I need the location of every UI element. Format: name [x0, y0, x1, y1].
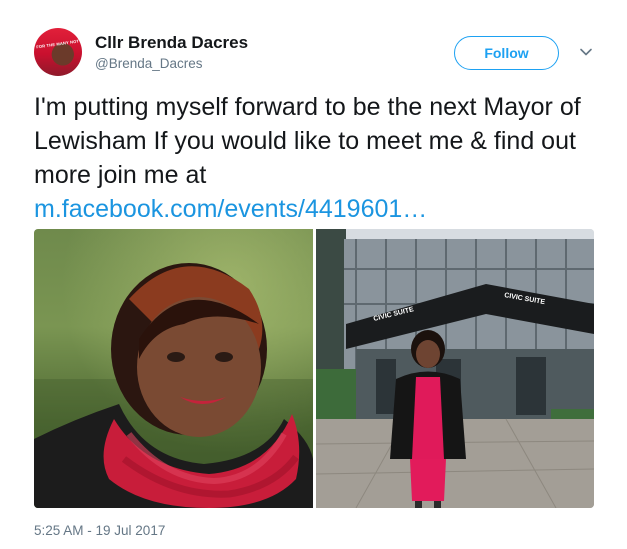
chevron-down-icon[interactable]	[578, 44, 594, 60]
civic-suite-illustration: CIVIC SUITE CIVIC SUITE	[316, 229, 594, 508]
avatar[interactable]: FOR THE MANY NOT THE FEW	[34, 28, 82, 76]
tweet-media[interactable]: CIVIC SUITE CIVIC SUITE	[34, 229, 594, 508]
tweet-link[interactable]: m.facebook.com/events/4419601…	[34, 195, 427, 223]
photo-civic-suite[interactable]: CIVIC SUITE CIVIC SUITE	[316, 229, 594, 508]
follow-button[interactable]: Follow	[454, 36, 559, 70]
tweet-body: I'm putting myself forward to be the nex…	[34, 93, 581, 189]
author-handle[interactable]: @Brenda_Dacres	[95, 56, 203, 71]
author-display-name[interactable]: Cllr Brenda Dacres	[95, 33, 248, 53]
portrait-illustration	[34, 229, 313, 508]
tweet-text: I'm putting myself forward to be the nex…	[34, 90, 604, 226]
photo-portrait[interactable]	[34, 229, 313, 508]
avatar-ribbon-text: FOR THE MANY NOT THE FEW	[35, 36, 82, 50]
tweet-timestamp[interactable]: 5:25 AM - 19 Jul 2017	[34, 523, 165, 538]
tweet-card: FOR THE MANY NOT THE FEW Cllr Brenda Dac…	[0, 0, 627, 549]
